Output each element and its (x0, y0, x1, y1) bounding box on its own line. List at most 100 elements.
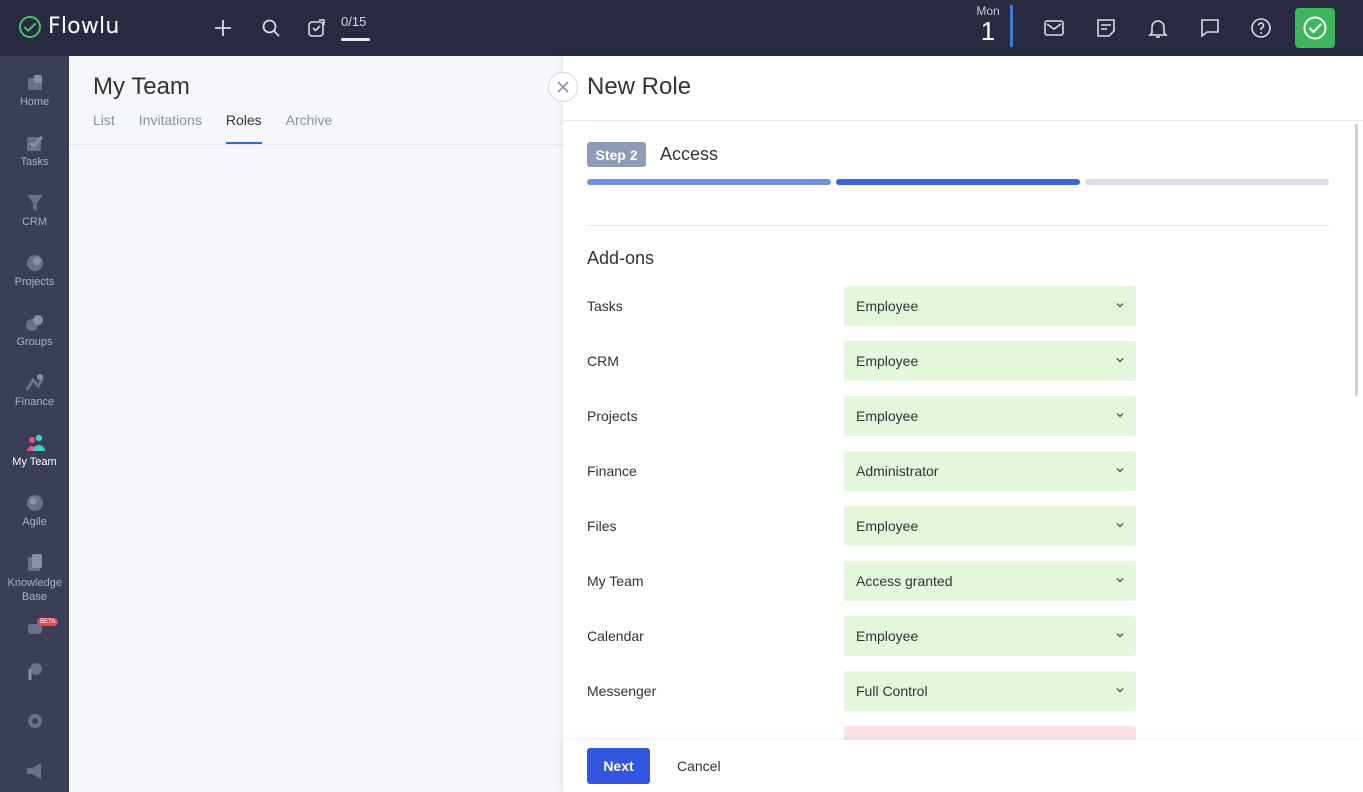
next-button[interactable]: Next (587, 748, 650, 784)
access-row-label: Finance (587, 463, 637, 479)
sidebar-item-label: Projects (14, 276, 55, 288)
access-select-value: Employee (856, 298, 919, 314)
sidebar-item-label: CRM (21, 216, 48, 228)
chevron-down-icon (1116, 523, 1124, 528)
logo-check-icon (19, 15, 41, 38)
sidebar-item-beta[interactable]: BETA (0, 618, 69, 642)
progress-step-2 (836, 179, 1080, 185)
sidebar-item-label: Home (19, 96, 50, 108)
sidebar-item-tasks[interactable]: Tasks (0, 132, 69, 168)
megaphone-icon (26, 763, 41, 779)
sidebar-item-knowledge-base[interactable]: Knowledge Base (0, 552, 69, 604)
logo[interactable]: Flowlu (18, 14, 119, 39)
crm-icon (26, 195, 43, 211)
groups-icon (25, 315, 43, 331)
chat-icon[interactable] (1196, 14, 1224, 42)
cancel-button[interactable]: Cancel (677, 758, 721, 774)
access-row-calendar: Calendar Employee (587, 616, 1137, 656)
access-select-calendar[interactable]: Employee (844, 616, 1136, 656)
quick-tasks-button[interactable] (1295, 8, 1335, 48)
onboarding-icon[interactable] (303, 14, 331, 42)
access-row-label: Files (587, 518, 617, 534)
section-title: Add-ons (587, 248, 655, 268)
onboarding-progress-bar (341, 38, 370, 41)
chevron-down-icon (1116, 468, 1124, 473)
gear-icon (27, 714, 42, 728)
search-icon[interactable] (257, 14, 285, 42)
access-row-crm: CRM Employee (587, 341, 1137, 381)
sidebar-item-projects[interactable]: Projects (0, 252, 69, 288)
close-panel-button[interactable] (548, 72, 578, 102)
tab-bar: List Invitations Roles Archive (93, 112, 332, 144)
panel-header-divider (563, 120, 1363, 121)
sidebar-item-my-team[interactable]: My Team (0, 432, 69, 468)
step-progress (587, 179, 1329, 185)
access-select-value: Administrator (856, 463, 939, 479)
sidebar-item-finance[interactable]: Finance (0, 372, 69, 408)
access-select-value: Employee (856, 408, 919, 424)
access-row-label: Messenger (587, 683, 657, 699)
progress-step-1 (587, 179, 831, 185)
access-select-projects[interactable]: Employee (844, 396, 1136, 436)
sidebar-item-home[interactable]: Home (0, 72, 69, 108)
access-select-value: Access granted (856, 573, 953, 589)
beta-badge: BETA (37, 618, 59, 626)
access-row-label: Calendar (587, 628, 644, 644)
sidebar-item-label: Groups (16, 336, 53, 348)
sidebar-item-label: Knowledge Base (7, 577, 62, 603)
chevron-down-icon (1116, 413, 1124, 418)
date-number: 1 (980, 16, 996, 46)
sidebar-item-feedback[interactable] (0, 760, 69, 784)
chevron-down-icon (1116, 303, 1124, 308)
sidebar-item-portal[interactable] (0, 660, 69, 684)
tasks-icon (26, 136, 43, 151)
sidebar-item-crm[interactable]: CRM (0, 192, 69, 228)
projects-icon (26, 255, 43, 271)
access-select-my-team[interactable]: Access granted (844, 561, 1136, 601)
date-divider (1010, 5, 1013, 47)
step-title: Access (660, 144, 719, 164)
section-divider (587, 225, 1329, 226)
bell-icon[interactable] (1144, 14, 1172, 42)
date-widget[interactable]: Mon 1 (968, 4, 1008, 44)
access-select-finance[interactable]: Administrator (844, 451, 1136, 491)
tab-archive[interactable]: Archive (286, 112, 333, 144)
sidebar-item-groups[interactable]: Groups (0, 312, 69, 348)
sidebar-item-label: Finance (14, 396, 55, 408)
sidebar-item-label: Agile (22, 516, 47, 528)
access-select-messenger[interactable]: Full Control (844, 671, 1136, 711)
help-icon[interactable] (1247, 14, 1275, 42)
onboarding-counter[interactable]: 0/15 (341, 14, 366, 29)
access-row-tasks: Tasks Employee (587, 286, 1137, 326)
logo-text: Flowlu (48, 14, 120, 39)
main-content: My Team List Invitations Roles Archive (69, 56, 563, 792)
access-row-label: Projects (587, 408, 638, 424)
access-select-files[interactable]: Employee (844, 506, 1136, 546)
page-title: My Team (93, 73, 190, 100)
notes-icon[interactable] (1092, 14, 1120, 42)
panel-footer: Next Cancel (563, 740, 1363, 792)
tab-invitations[interactable]: Invitations (139, 112, 202, 144)
tab-roles[interactable]: Roles (225, 112, 262, 144)
check-badge-icon (1303, 16, 1327, 40)
step-badge: Step 2 (587, 142, 646, 167)
chevron-down-icon (1116, 578, 1124, 583)
add-icon[interactable] (209, 14, 237, 42)
knowledge-base-icon (27, 554, 42, 571)
tabs-divider (69, 144, 563, 145)
access-select-value: Employee (856, 628, 919, 644)
panel-scrollbar[interactable] (1355, 124, 1358, 396)
access-row-label: Tasks (587, 298, 623, 314)
tab-list[interactable]: List (93, 112, 115, 144)
mail-icon[interactable] (1040, 14, 1068, 42)
finance-icon (25, 374, 44, 391)
sidebar-item-settings[interactable] (0, 710, 69, 734)
top-bar: Flowlu 0/15 Mon 1 (0, 0, 1363, 56)
sidebar-item-label: My Team (12, 456, 57, 468)
access-row-projects: Projects Employee (587, 396, 1137, 436)
sidebar-item-agile[interactable]: Agile (0, 492, 69, 528)
access-row-label: My Team (587, 573, 644, 589)
access-row-finance: Finance Administrator (587, 451, 1137, 491)
access-select-tasks[interactable]: Employee (844, 286, 1136, 326)
access-select-crm[interactable]: Employee (844, 341, 1136, 381)
